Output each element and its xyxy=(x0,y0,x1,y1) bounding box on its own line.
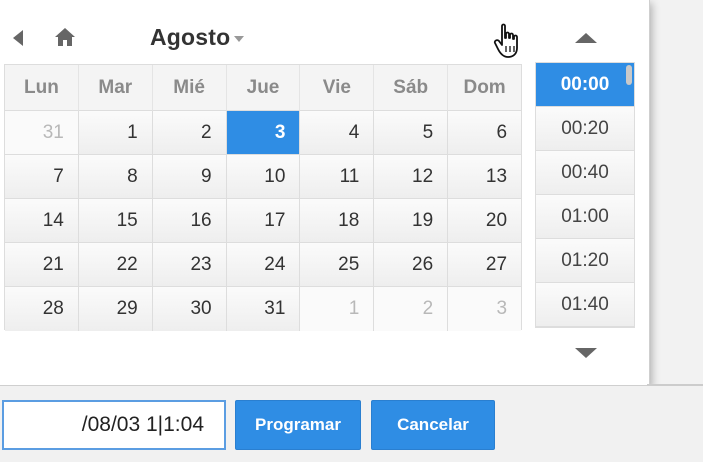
time-items: 00:00 00:20 00:40 01:00 01:20 01:40 xyxy=(536,63,634,327)
calendar-day[interactable]: 28 xyxy=(5,287,79,331)
calendar-day[interactable]: 9 xyxy=(152,155,227,199)
divider xyxy=(647,384,703,386)
calendar-week-row: 14 15 16 17 18 19 20 xyxy=(5,199,522,243)
time-scrollbar[interactable] xyxy=(626,65,632,85)
time-option[interactable]: 00:40 xyxy=(536,151,634,195)
weekday-header: Sáb xyxy=(374,65,449,111)
calendar-day[interactable]: 27 xyxy=(448,243,522,287)
calendar-grid: Lun Mar Mié Jue Vie Sáb Dom 31 1 2 3 4 5 6 7 8 9 10 11 12 1… xyxy=(4,64,522,331)
prev-month-icon[interactable] xyxy=(6,24,30,52)
calendar-week-row: 31 1 2 3 4 5 6 xyxy=(5,111,522,155)
calendar-day[interactable]: 15 xyxy=(78,199,153,243)
calendar-day[interactable]: 23 xyxy=(152,243,227,287)
calendar-day[interactable]: 8 xyxy=(78,155,153,199)
weekday-header: Lun xyxy=(5,65,79,111)
calendar-week-row: 21 22 23 24 25 26 27 xyxy=(5,243,522,287)
calendar-day[interactable]: 31 xyxy=(5,111,79,155)
time-scroll-up-icon[interactable] xyxy=(568,26,604,50)
datetime-picker-popup: Agosto Lun Mar Mié Jue Vie Sáb Dom 31 1 2 3 4 5 6 7 8 9… xyxy=(0,0,650,386)
cancel-button[interactable]: Cancelar xyxy=(371,400,495,450)
time-option[interactable]: 01:00 xyxy=(536,195,634,239)
calendar-day[interactable]: 19 xyxy=(374,199,449,243)
calendar-day[interactable]: 30 xyxy=(152,287,227,331)
calendar-day[interactable]: 13 xyxy=(448,155,522,199)
time-option[interactable]: 01:20 xyxy=(536,239,634,283)
calendar-day[interactable]: 25 xyxy=(300,243,375,287)
calendar-day[interactable]: 29 xyxy=(78,287,153,331)
hand-pointer-icon xyxy=(493,22,523,62)
calendar-day[interactable]: 10 xyxy=(226,155,301,199)
calendar-day-selected[interactable]: 3 xyxy=(226,111,301,155)
calendar-day[interactable]: 31 xyxy=(226,287,301,331)
calendar-day[interactable]: 7 xyxy=(5,155,79,199)
weekday-header: Jue xyxy=(226,65,301,111)
calendar-day[interactable]: 17 xyxy=(226,199,301,243)
calendar-day[interactable]: 1 xyxy=(78,111,153,155)
time-option[interactable]: 00:20 xyxy=(536,107,634,151)
calendar-day[interactable]: 4 xyxy=(300,111,375,155)
calendar-day[interactable]: 11 xyxy=(300,155,375,199)
calendar-weeks: 31 1 2 3 4 5 6 7 8 9 10 11 12 13 14 15 16 17 18 19 20 21 22 23 2… xyxy=(5,111,522,331)
time-option[interactable]: 01:40 xyxy=(536,283,634,327)
time-list[interactable]: 00:00 00:20 00:40 01:00 01:20 01:40 xyxy=(535,62,635,328)
time-scroll-down-icon[interactable] xyxy=(568,340,604,364)
calendar-week-row: 28 29 30 31 1 2 3 xyxy=(5,287,522,331)
calendar-day[interactable]: 21 xyxy=(5,243,79,287)
schedule-button[interactable]: Programar xyxy=(235,400,361,450)
calendar-day[interactable]: 26 xyxy=(374,243,449,287)
calendar-day[interactable]: 1 xyxy=(300,287,375,331)
calendar-day[interactable]: 14 xyxy=(5,199,79,243)
calendar-day[interactable]: 20 xyxy=(448,199,522,243)
weekday-header: Mié xyxy=(152,65,227,111)
datetime-input[interactable] xyxy=(2,400,226,450)
weekday-header: Vie xyxy=(300,65,375,111)
weekday-header-row: Lun Mar Mié Jue Vie Sáb Dom xyxy=(5,65,522,111)
calendar-day[interactable]: 12 xyxy=(374,155,449,199)
weekday-header: Mar xyxy=(78,65,153,111)
calendar-day[interactable]: 18 xyxy=(300,199,375,243)
calendar-day[interactable]: 16 xyxy=(152,199,227,243)
calendar-week-row: 7 8 9 10 11 12 13 xyxy=(5,155,522,199)
calendar-day[interactable]: 2 xyxy=(374,287,449,331)
calendar-day[interactable]: 22 xyxy=(78,243,153,287)
calendar-day[interactable]: 5 xyxy=(374,111,449,155)
month-label: Agosto xyxy=(150,23,231,50)
calendar-day[interactable]: 3 xyxy=(448,287,522,331)
calendar-day[interactable]: 6 xyxy=(448,111,522,155)
caret-down-icon xyxy=(234,29,245,47)
calendar-day[interactable]: 2 xyxy=(152,111,227,155)
weekday-header: Dom xyxy=(448,65,522,111)
time-option-selected[interactable]: 00:00 xyxy=(536,63,634,107)
month-dropdown[interactable]: Agosto xyxy=(150,22,245,52)
calendar-day[interactable]: 24 xyxy=(226,243,301,287)
home-icon[interactable] xyxy=(50,22,80,52)
